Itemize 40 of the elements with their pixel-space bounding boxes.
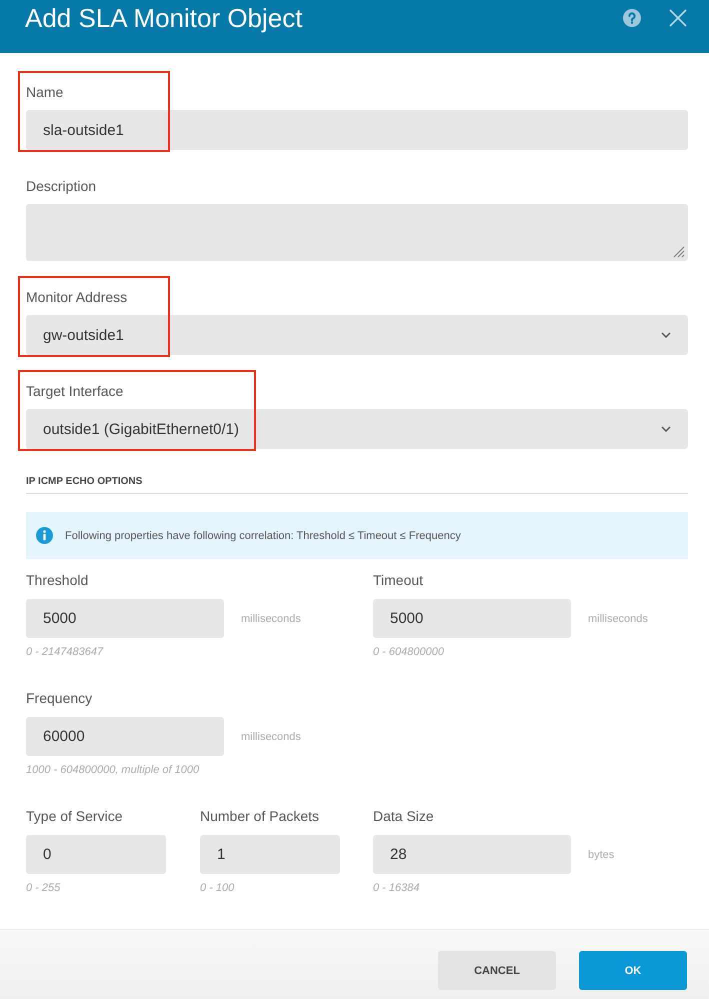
unit-label: milliseconds — [241, 730, 301, 742]
unit-label: milliseconds — [588, 612, 648, 624]
cancel-button[interactable]: CANCEL — [438, 951, 556, 990]
unit-label: bytes — [588, 848, 614, 860]
number-input[interactable]: 5000 — [373, 599, 571, 638]
field-label: Name — [26, 83, 64, 101]
number-input[interactable]: 5000 — [26, 599, 224, 638]
field-label: Monitor Address — [26, 288, 128, 306]
range-hint: 1000 - 604800000, multiple of 1000 — [26, 764, 200, 777]
number-input[interactable]: 1 — [200, 835, 340, 874]
field-label: Description — [26, 177, 98, 195]
textarea-field[interactable] — [26, 204, 688, 261]
number-input[interactable]: 28 — [373, 835, 571, 874]
field-label: Type of Service — [26, 807, 124, 825]
field-label: Threshold — [26, 571, 90, 589]
field-label: Frequency — [26, 689, 94, 707]
field-label: Data Size — [373, 807, 435, 825]
section-title: IP ICMP ECHO OPTIONS — [26, 476, 688, 494]
range-hint: 0 - 255 — [26, 882, 62, 895]
info-icon — [36, 527, 53, 544]
range-hint: 0 - 100 — [200, 882, 236, 895]
chevron-down-icon — [661, 426, 671, 432]
range-hint: 0 - 2147483647 — [26, 646, 104, 659]
dialog-title: Add SLA Monitor Object — [25, 2, 302, 35]
resize-grip-icon[interactable] — [673, 246, 685, 258]
dropdown-field[interactable]: outside1 (GigabitEthernet0/1) — [26, 409, 688, 449]
number-input[interactable]: 60000 — [26, 717, 224, 756]
close-icon[interactable] — [669, 9, 687, 27]
field-label: Target Interface — [26, 382, 124, 400]
help-icon[interactable] — [623, 9, 641, 27]
field-label: Timeout — [373, 571, 424, 589]
unit-label: milliseconds — [241, 612, 301, 624]
dropdown-field[interactable]: gw-outside1 — [26, 315, 688, 355]
info-text: Following properties have following correlation: Threshold ≤ Timeout ≤ Frequency — [65, 530, 461, 542]
range-hint: 0 - 604800000 — [373, 646, 445, 659]
chevron-down-icon — [661, 332, 671, 338]
number-input[interactable]: 0 — [26, 835, 166, 874]
field-label: Number of Packets — [200, 807, 320, 825]
range-hint: 0 - 16384 — [373, 882, 420, 895]
text-input[interactable]: sla-outside1 — [26, 110, 688, 150]
